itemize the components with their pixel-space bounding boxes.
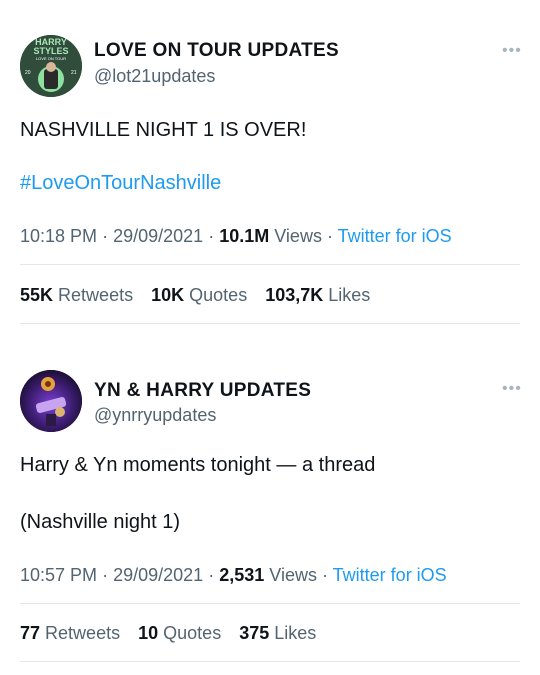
likes-stat[interactable]: 103,7K Likes xyxy=(265,285,370,305)
display-name[interactable]: YN & HARRY UPDATES xyxy=(94,380,311,402)
user-handle[interactable]: @lot21updates xyxy=(94,66,215,87)
quotes-count: 10K xyxy=(151,285,185,305)
likes-label: Likes xyxy=(328,285,371,305)
avatar-text-3: LOVE ON TOUR xyxy=(36,56,66,61)
tweet-date[interactable]: 29/09/2021 xyxy=(113,226,203,246)
more-options-icon[interactable]: ••• xyxy=(502,380,522,398)
likes-stat[interactable]: 375 Likes xyxy=(239,623,316,643)
separator: · xyxy=(321,565,328,585)
divider xyxy=(20,603,520,604)
tweet-time[interactable]: 10:57 PM xyxy=(20,565,97,585)
retweets-count: 77 xyxy=(20,623,41,643)
tweet-meta: 10:57 PM · 29/09/2021 · 2,531 Views · Tw… xyxy=(20,565,447,586)
retweets-label: Retweets xyxy=(45,623,121,643)
tweet-meta: 10:18 PM · 29/09/2021 · 10.1M Views · Tw… xyxy=(20,226,452,247)
separator: · xyxy=(326,226,333,246)
tweet-text: NASHVILLE NIGHT 1 IS OVER! xyxy=(20,119,307,141)
tweet-date[interactable]: 29/09/2021 xyxy=(113,565,203,585)
avatar[interactable]: HARRY STYLES LOVE ON TOUR 20 21 xyxy=(20,35,82,97)
separator: · xyxy=(208,565,215,585)
more-options-icon[interactable]: ••• xyxy=(502,42,522,60)
source-link[interactable]: Twitter for iOS xyxy=(333,565,447,585)
retweets-label: Retweets xyxy=(58,285,134,305)
avatar-image: HARRY STYLES LOVE ON TOUR 20 21 xyxy=(20,35,82,97)
separator: · xyxy=(102,226,109,246)
tweet-text-line-2: (Nashville night 1) xyxy=(20,511,181,533)
quotes-label: Quotes xyxy=(163,623,222,643)
quotes-count: 10 xyxy=(138,623,159,643)
separator: · xyxy=(102,565,109,585)
likes-count: 375 xyxy=(239,623,270,643)
avatar-text-2: STYLES xyxy=(33,46,68,56)
views-label: Views xyxy=(269,565,317,585)
divider xyxy=(20,264,520,265)
tweet-text: Harry & Yn moments tonight — a thread xyxy=(20,454,376,476)
tweet-stats: 55K Retweets 10K Quotes 103,7K Likes xyxy=(20,285,383,306)
tweet-time[interactable]: 10:18 PM xyxy=(20,226,97,246)
avatar-text-5: 21 xyxy=(71,70,77,76)
tweet-stats: 77 Retweets 10 Quotes 375 Likes xyxy=(20,623,329,644)
separator: · xyxy=(208,226,215,246)
likes-count: 103,7K xyxy=(265,285,324,305)
divider xyxy=(20,323,520,324)
avatar-image xyxy=(20,370,82,432)
avatar-text-4: 20 xyxy=(25,70,31,76)
hashtag-link[interactable]: #LoveOnTourNashville xyxy=(20,172,221,195)
views-label: Views xyxy=(274,226,322,246)
retweets-stat[interactable]: 55K Retweets xyxy=(20,285,133,305)
retweets-stat[interactable]: 77 Retweets xyxy=(20,623,120,643)
views-count: 10.1M xyxy=(219,226,270,246)
avatar[interactable] xyxy=(20,370,82,432)
likes-label: Likes xyxy=(274,623,317,643)
display-name[interactable]: LOVE ON TOUR UPDATES xyxy=(94,40,339,62)
views-count: 2,531 xyxy=(219,565,265,585)
quotes-stat[interactable]: 10 Quotes xyxy=(138,623,221,643)
quotes-label: Quotes xyxy=(189,285,248,305)
divider xyxy=(20,661,520,662)
quotes-stat[interactable]: 10K Quotes xyxy=(151,285,247,305)
source-link[interactable]: Twitter for iOS xyxy=(338,226,452,246)
retweets-count: 55K xyxy=(20,285,54,305)
user-handle[interactable]: @ynrryupdates xyxy=(94,405,216,426)
